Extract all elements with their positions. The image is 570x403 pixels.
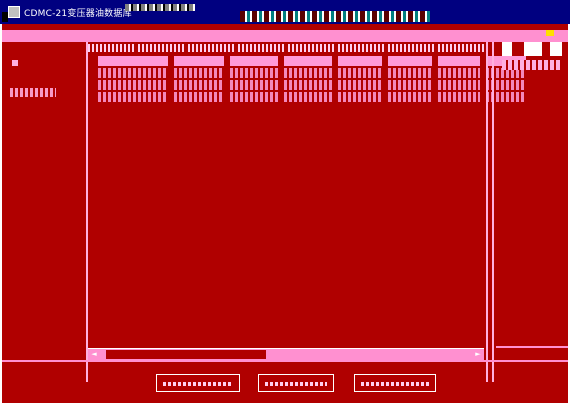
title-bar: CDMC-21变压器油数据库 <box>0 0 570 24</box>
table-row[interactable] <box>98 56 526 66</box>
table-cell <box>174 56 224 66</box>
table-row[interactable] <box>98 80 526 90</box>
column-header[interactable] <box>438 44 484 52</box>
right-splitter-edge <box>492 42 494 382</box>
table-cell <box>388 80 432 90</box>
table-cell <box>284 80 332 90</box>
left-panel <box>6 42 86 382</box>
table-cell <box>338 56 382 66</box>
right-panel-swatch <box>524 42 542 56</box>
left-panel-label <box>10 88 56 97</box>
column-header[interactable] <box>88 44 134 52</box>
right-panel-swatch <box>550 42 562 56</box>
table-cell <box>284 68 332 78</box>
column-header[interactable] <box>138 44 184 52</box>
table-cell <box>388 68 432 78</box>
table-cell <box>438 68 480 78</box>
right-splitter[interactable] <box>486 42 488 382</box>
bottom-divider <box>2 360 568 362</box>
table-cell <box>338 80 382 90</box>
table-cell <box>388 56 432 66</box>
table-cell <box>438 92 480 102</box>
right-panel-label <box>502 60 562 70</box>
table-body <box>98 56 526 106</box>
table-cell <box>98 92 168 102</box>
window-app-icon[interactable] <box>8 6 20 18</box>
column-header[interactable] <box>188 44 234 52</box>
column-header[interactable] <box>238 44 284 52</box>
table-cell <box>230 56 278 66</box>
button-2[interactable] <box>258 374 334 392</box>
table-cell <box>284 56 332 66</box>
column-header[interactable] <box>338 44 384 52</box>
column-header[interactable] <box>288 44 334 52</box>
column-header[interactable] <box>388 44 434 52</box>
table-cell <box>230 68 278 78</box>
table-cell <box>98 80 168 90</box>
window-title: CDMC-21变压器油数据库 <box>24 8 132 19</box>
table-cell <box>98 68 168 78</box>
table-header <box>88 42 484 54</box>
scroll-left-icon[interactable]: ◄ <box>90 350 98 359</box>
right-lower-divider <box>496 346 568 348</box>
table-row[interactable] <box>98 92 526 102</box>
table-cell <box>284 92 332 102</box>
table-row[interactable] <box>98 68 526 78</box>
horizontal-scrollbar[interactable]: ◄ ► <box>88 348 484 360</box>
scroll-thumb[interactable] <box>106 350 266 359</box>
left-panel-marker <box>12 60 18 66</box>
right-panel <box>502 42 568 92</box>
title-bar-mark <box>2 12 8 22</box>
title-bar-glitch-1 <box>125 4 195 11</box>
table-cell <box>338 92 382 102</box>
table-cell <box>98 56 168 66</box>
table-cell <box>438 80 480 90</box>
table-cell <box>338 68 382 78</box>
window-client-area: ◄ ► <box>2 24 568 403</box>
table-cell <box>438 56 480 66</box>
table-cell <box>174 68 224 78</box>
table-cell <box>174 92 224 102</box>
table-cell <box>230 92 278 102</box>
scroll-right-icon[interactable]: ► <box>474 350 482 359</box>
data-table[interactable] <box>88 42 526 362</box>
button-1[interactable] <box>156 374 240 392</box>
toolbar-strip <box>2 30 568 42</box>
right-panel-swatch <box>502 42 512 56</box>
title-bar-glitch-2 <box>240 11 430 22</box>
table-cell <box>230 80 278 90</box>
status-indicator <box>546 30 554 36</box>
button-3[interactable] <box>354 374 436 392</box>
table-cell <box>388 92 432 102</box>
table-cell <box>174 80 224 90</box>
